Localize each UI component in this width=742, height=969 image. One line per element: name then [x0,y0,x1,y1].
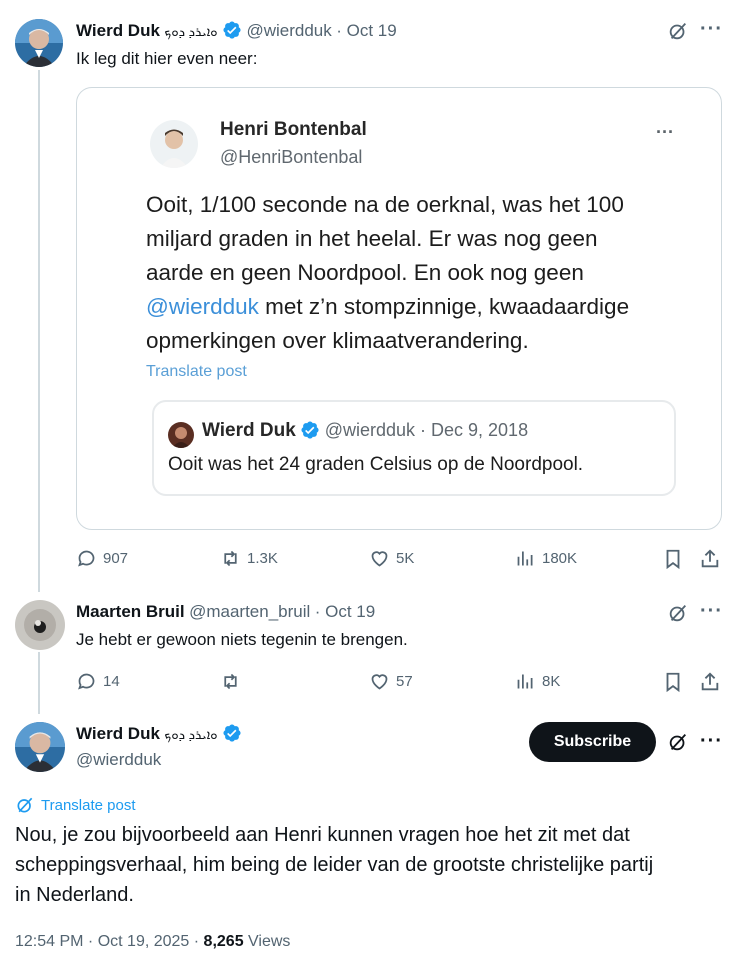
post-date[interactable]: · Oct 19 [336,21,396,40]
subscribe-button[interactable]: Subscribe [529,722,656,762]
avatar[interactable] [15,600,65,650]
grok-icon[interactable] [667,20,689,42]
repost-icon [224,550,237,567]
heart-icon [371,674,388,690]
reply-button[interactable]: 14 [76,671,120,692]
avatar[interactable] [15,19,63,67]
repost-count: 1.3K [247,550,278,567]
embed-body-line: miljard graden in het heelal. Er was nog… [146,226,598,251]
embed-quote-card: Wierd Duk @wierdduk · Dec 9, 2018 Ooit w… [152,400,676,496]
embed-body: Ooit, 1/100 seconde na de oerknal, was h… [146,188,629,358]
main-text-line: in Nederland. [15,884,134,906]
author-name-suffix: ܘܐܝܪܕ ܕܘܟ [164,727,218,742]
views-count: 180K [542,550,578,567]
views-count: 8K [542,673,561,690]
reply-icon [78,550,95,567]
author-handle[interactable]: @wierdduk [76,750,161,770]
views-icon [517,551,533,566]
bookmark-icon[interactable] [662,671,684,693]
verified-badge-icon [223,724,241,742]
more-options-icon[interactable]: ··· [700,19,723,39]
tweet-header: Maarten Bruil @maarten_bruil · Oct 19 [76,602,375,622]
author-name[interactable]: Maarten Bruil [76,602,185,621]
post-timestamp[interactable]: 12:54 PM · Oct 19, 2025 · [15,933,204,950]
post-date[interactable]: · Oct 19 [315,602,375,621]
like-button[interactable]: 57 [369,671,413,692]
embed-body-text: met z’n stompzinnige, kwaadaardige [258,294,630,319]
quote-author-name: Wierd Duk [202,420,296,441]
share-icon[interactable] [699,548,721,570]
reply-count: 907 [103,550,129,567]
embed-author-handle: @HenriBontenbal [220,147,363,167]
thread-connector [38,70,40,592]
like-button[interactable]: 5K [369,548,414,569]
embed-body-line: aarde en geen Noordpool. En ook nog geen [146,260,584,285]
translate-post-link[interactable]: Translate post [41,797,136,814]
thread-connector [38,652,40,714]
views-label: Views [243,933,291,950]
like-count: 5K [396,550,415,567]
main-author-row: Wierd Duk ܘܐܝܪܕ ܕܘܟ [76,723,242,744]
embed-body-line: @wierdduk met z’n stompzinnige, kwaadaar… [146,290,629,324]
repost-button[interactable]: 1.3K [220,548,278,569]
embed-avatar [150,120,198,168]
quote-author-handle: @wierdduk · Dec 9, 2018 [324,420,529,440]
translate-icon [17,797,33,813]
translate-row[interactable]: Translate post [15,795,136,815]
author-name[interactable]: Wierd Duk [76,21,160,40]
views-icon [517,674,533,689]
main-tweet-text: Nou, je zou bijvoorbeeld aan Henri kunne… [15,820,653,910]
author-handle[interactable]: @maarten_bruil [189,602,310,621]
author-name-suffix: ܘܐܝܪܕ ܕܘܟ [164,24,218,39]
grok-icon[interactable] [667,731,689,753]
more-options-icon[interactable]: ··· [700,601,723,621]
reply-button[interactable]: 907 [76,548,128,569]
bookmark-icon[interactable] [662,548,684,570]
quote-avatar [168,422,194,448]
reply-count: 14 [103,673,120,690]
views-total: 8,265 [203,933,244,950]
author-name[interactable]: Wierd Duk [76,724,160,743]
embed-body-line: opmerkingen over klimaatverandering. [146,328,529,353]
post-metadata: 12:54 PM · Oct 19, 2025 · 8,265 Views [15,933,290,951]
embed-translate-link: Translate post [146,363,247,380]
grok-icon[interactable] [667,602,689,624]
repost-button[interactable] [220,671,247,692]
screenshot-of-post: Henri Bontenbal @HenriBontenbal ··· Ooit… [122,100,682,518]
embed-author-name: Henri Bontenbal [220,119,367,140]
views-button[interactable]: 8K [515,671,560,692]
repost-icon [224,673,237,690]
verified-badge-icon [223,21,241,39]
tweet-header: Wierd Duk ܘܐܝܪܕ ܕܘܟ @wierdduk · Oct 19 [76,20,397,41]
verified-badge-icon [301,421,319,439]
quote-text: Ooit was het 24 graden Celsius op de Noo… [168,454,584,475]
avatar[interactable] [15,722,65,772]
share-icon[interactable] [699,671,721,693]
heart-icon [371,551,388,567]
tweet-text: Je hebt er gewoon niets tegenin te breng… [76,630,408,649]
views-button[interactable]: 180K [515,548,577,569]
embedded-image[interactable]: Henri Bontenbal @HenriBontenbal ··· Ooit… [76,87,722,530]
embed-more-icon: ··· [656,122,674,142]
quote-header: Wierd Duk @wierdduk · Dec 9, 2018 [202,420,528,442]
like-count: 57 [396,673,413,690]
reply-icon [78,673,95,690]
embed-mention: @wierdduk [146,294,259,319]
tweet-text: Ik leg dit hier even neer: [76,49,258,68]
embed-body-line: Ooit, 1/100 seconde na de oerknal, was h… [146,192,624,217]
more-options-icon[interactable]: ··· [700,731,723,751]
author-handle[interactable]: @wierdduk [246,21,331,40]
main-text-line: scheppingsverhaal, him being de leider v… [15,854,654,876]
main-text-line: Nou, je zou bijvoorbeeld aan Henri kunne… [15,824,630,846]
